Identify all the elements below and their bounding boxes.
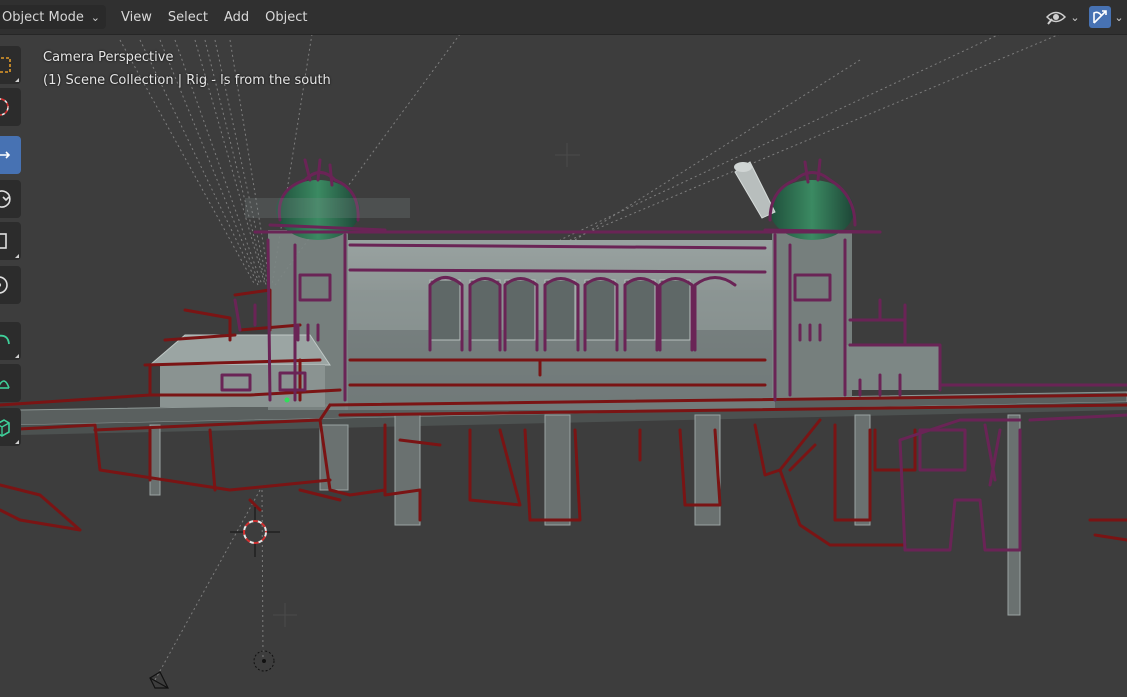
tool-measure[interactable] — [0, 364, 21, 402]
menu-add[interactable]: Add — [216, 5, 257, 29]
submenu-corner-icon — [15, 78, 19, 82]
header-right-tools: ⌄ ⌄ — [1043, 4, 1127, 30]
annotate-icon — [0, 334, 10, 345]
cursor-icon — [0, 98, 9, 116]
menu-select[interactable]: Select — [160, 5, 216, 29]
gizmo-icon — [1093, 10, 1107, 24]
object-mode-label: Object Mode — [2, 9, 84, 25]
measure-icon — [0, 380, 10, 389]
menu-view[interactable]: View — [113, 5, 160, 29]
select-box-icon — [0, 57, 11, 73]
light-object[interactable] — [253, 650, 275, 672]
object-mode-dropdown[interactable]: Object Mode ⌄ — [0, 5, 106, 29]
left-toolbar — [0, 38, 22, 458]
pier-model — [19, 161, 1127, 616]
tool-transform[interactable] — [0, 266, 21, 304]
tool-scale[interactable] — [0, 222, 21, 260]
camera-object[interactable] — [149, 671, 169, 689]
scale-icon — [0, 233, 7, 249]
faint-object-label — [245, 198, 410, 218]
submenu-corner-icon — [15, 440, 19, 444]
tool-select-box[interactable] — [0, 46, 21, 84]
viewport-header: Object Mode ⌄ View Select Add Object ⌄ ⌄ — [0, 0, 1127, 35]
move-icon — [0, 151, 11, 159]
add-cube-icon — [0, 419, 10, 437]
rotate-icon — [0, 190, 11, 208]
collection-info-label: (1) Scene Collection | Rig - ls from the… — [43, 73, 331, 88]
gizmo-toggle-button[interactable] — [1089, 6, 1111, 28]
tool-rotate[interactable] — [0, 180, 21, 218]
submenu-corner-icon — [15, 354, 19, 358]
eye-icon — [1046, 11, 1067, 25]
menu-object[interactable]: Object — [257, 5, 315, 29]
blender-3d-viewport-window: Object Mode ⌄ View Select Add Object ⌄ ⌄… — [0, 0, 1127, 697]
submenu-corner-icon — [15, 254, 19, 258]
view-name-label: Camera Perspective — [43, 50, 174, 65]
chevron-down-icon: ⌄ — [90, 10, 100, 24]
3d-cursor[interactable] — [230, 507, 280, 557]
tool-cursor[interactable] — [0, 88, 21, 126]
viewport-info-overlay: Camera Perspective (1) Scene Collection … — [43, 46, 331, 92]
tool-add-cube[interactable] — [0, 408, 21, 446]
tool-move[interactable] — [0, 136, 21, 174]
visibility-dropdown[interactable]: ⌄ — [1043, 5, 1083, 29]
gizmo-dropdown-chevron-icon[interactable]: ⌄ — [1111, 11, 1127, 24]
tool-annotate[interactable] — [0, 322, 21, 360]
chevron-down-icon: ⌄ — [1070, 10, 1080, 24]
transform-icon — [0, 276, 8, 294]
object-light-origin — [284, 397, 290, 403]
3d-viewport[interactable] — [0, 0, 1127, 697]
